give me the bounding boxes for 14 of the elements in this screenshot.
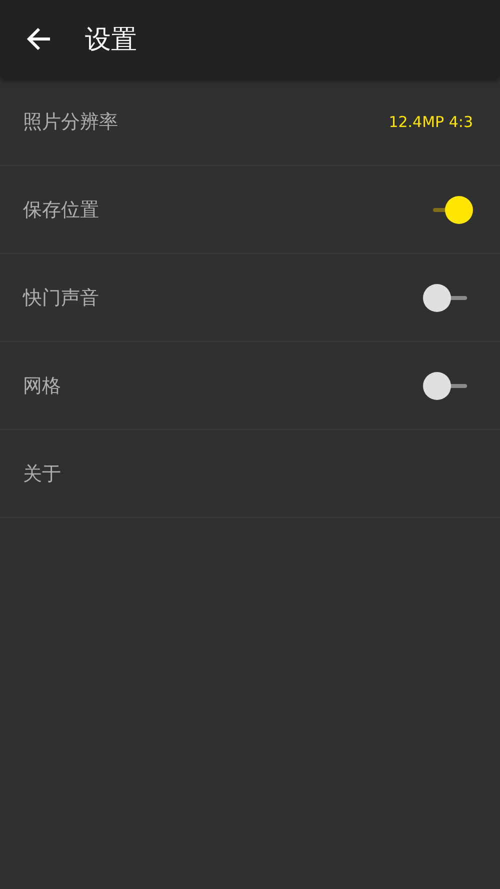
- setting-label: 网格: [23, 374, 61, 398]
- setting-row[interactable]: 快门声音: [0, 254, 500, 342]
- page-title: 设置: [85, 24, 137, 56]
- back-icon: [26, 26, 52, 52]
- setting-row[interactable]: 关于: [0, 430, 500, 518]
- setting-row[interactable]: 网格: [0, 342, 500, 430]
- setting-label: 照片分辨率: [23, 110, 118, 134]
- setting-row[interactable]: 保存位置: [0, 166, 500, 254]
- setting-row[interactable]: 照片分辨率 12.4MP 4:3: [0, 78, 500, 166]
- setting-label: 关于: [23, 462, 61, 486]
- setting-value: 12.4MP 4:3: [388, 112, 473, 130]
- back-button[interactable]: [26, 26, 52, 52]
- setting-label: 保存位置: [23, 198, 99, 222]
- setting-label: 快门声音: [23, 286, 99, 310]
